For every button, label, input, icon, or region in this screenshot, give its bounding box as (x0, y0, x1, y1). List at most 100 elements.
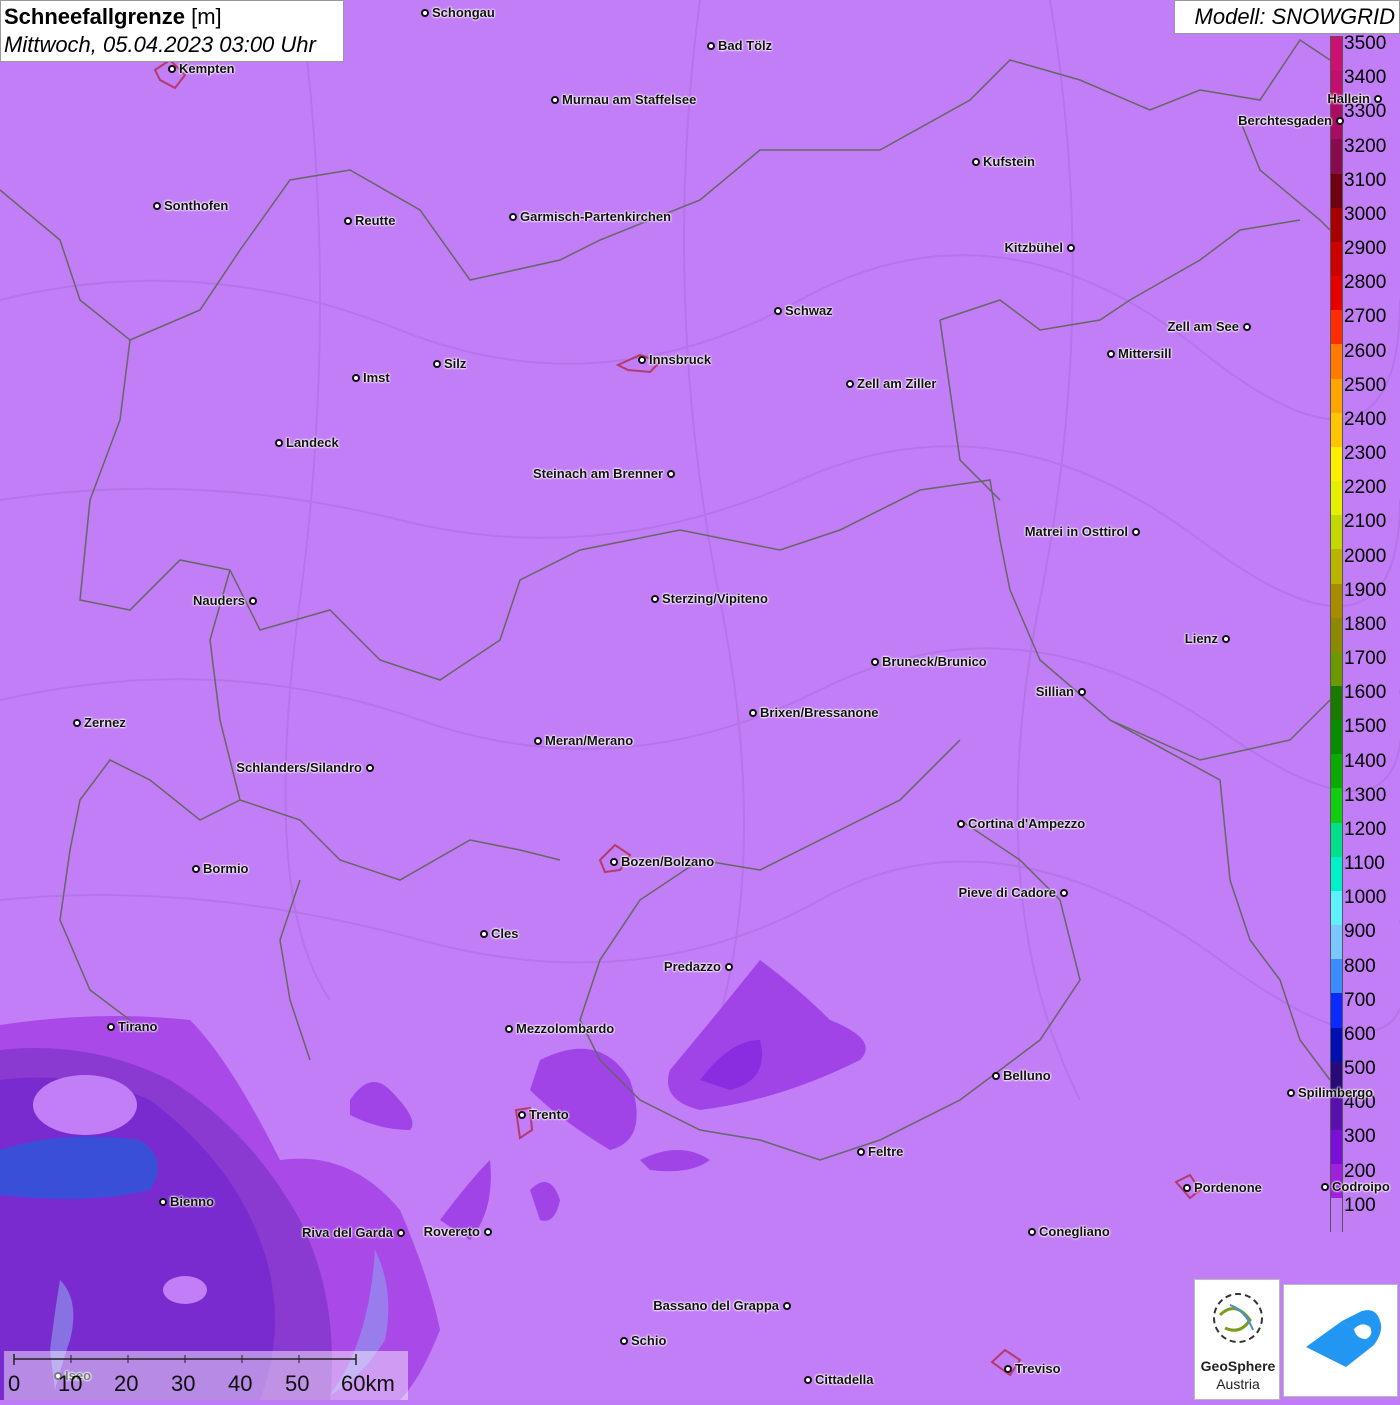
legend-swatch (1331, 412, 1342, 447)
city-marker (421, 9, 429, 17)
legend-swatch (1331, 1095, 1342, 1130)
legend-label: 2600 (1344, 340, 1387, 362)
city-marker (192, 865, 200, 873)
city-label: Kitzbühel (1004, 240, 1064, 255)
legend-swatch (1331, 1027, 1342, 1062)
city-label: Conegliano (1039, 1224, 1110, 1239)
legend-swatch (1331, 549, 1342, 584)
legend-swatch (1331, 37, 1342, 72)
legend-swatch (1331, 856, 1342, 891)
city-marker (1028, 1228, 1036, 1236)
city-label: Trento (529, 1107, 569, 1122)
city-label: Silz (444, 356, 467, 371)
legend-label: 3000 (1344, 203, 1387, 225)
city-label: Cittadella (815, 1372, 874, 1387)
legend-label: 1000 (1344, 887, 1387, 909)
legend-swatch (1331, 378, 1342, 413)
legend-swatch (1331, 481, 1342, 516)
legend-swatch (1331, 720, 1342, 755)
scale-label: 20 (114, 1371, 139, 1396)
city-marker (846, 380, 854, 388)
legend-swatch (1331, 617, 1342, 652)
city-marker (168, 65, 176, 73)
city-label: Hallein (1327, 91, 1370, 106)
city-marker (749, 709, 757, 717)
legend-label: 2800 (1344, 272, 1387, 294)
scale-label: 60km (341, 1371, 395, 1396)
city-label: Bad Tölz (718, 38, 773, 53)
geosphere-logo[interactable]: GeoSphere Austria (1194, 1279, 1280, 1400)
city-marker (651, 595, 659, 603)
city-marker (1078, 688, 1086, 696)
city-marker (249, 597, 257, 605)
city-marker (534, 737, 542, 745)
weather-app-logo[interactable] (1283, 1284, 1398, 1397)
legend-label: 2000 (1344, 545, 1387, 567)
city-marker (667, 470, 675, 478)
city-marker (505, 1025, 513, 1033)
legend-label: 1300 (1344, 784, 1387, 806)
legend-swatch (1331, 515, 1342, 550)
legend-swatch (1331, 344, 1342, 379)
model-label: Modell: SNOWGRID (1174, 0, 1400, 34)
city-marker (551, 96, 559, 104)
scale-label: 0 (8, 1371, 21, 1396)
city-label: Schongau (432, 5, 495, 20)
geosphere-name: GeoSphere (1200, 1358, 1276, 1374)
app-cloud-icon (1306, 1310, 1382, 1367)
legend-label: 3100 (1344, 169, 1387, 191)
city-label: Meran/Merano (545, 733, 634, 748)
geosphere-emblem-icon (1213, 1293, 1263, 1343)
city-label: Kempten (179, 61, 235, 76)
city-marker (344, 217, 352, 225)
city-label: Rovereto (423, 1224, 480, 1239)
map-unit: [m] (191, 4, 222, 29)
city-label: Bormio (203, 861, 249, 876)
legend-label: 1700 (1344, 648, 1387, 670)
city-marker (857, 1148, 865, 1156)
city-label: Cortina d'Ampezzo (968, 816, 1086, 831)
city-marker (1183, 1184, 1191, 1192)
city-label: Lienz (1184, 631, 1218, 646)
legend-swatch (1331, 890, 1342, 926)
legend-swatch (1331, 276, 1342, 311)
city-label: Schio (631, 1333, 667, 1348)
title-panel: Schneefallgrenze [m] Mittwoch, 05.04.202… (0, 0, 344, 62)
city-label: Imst (363, 370, 390, 385)
city-label: Berchtesgaden (1238, 113, 1332, 128)
city-marker (153, 202, 161, 210)
legend-label: 2300 (1344, 443, 1387, 465)
legend-swatch (1331, 139, 1342, 174)
city-label: Sillian (1035, 684, 1074, 699)
city-label: Zernez (84, 715, 126, 730)
city-label: Spilimbergo (1298, 1085, 1374, 1100)
city-marker (804, 1376, 812, 1384)
map-title: Schneefallgrenze (4, 4, 185, 29)
legend-label: 2100 (1344, 511, 1387, 533)
city-marker (957, 820, 965, 828)
city-marker (352, 374, 360, 382)
city-marker (620, 1337, 628, 1345)
legend-label: 1400 (1344, 750, 1387, 772)
city-label: Mittersill (1118, 346, 1172, 361)
legend-swatch (1331, 822, 1342, 857)
city-label: Reutte (355, 213, 396, 228)
city-marker (518, 1111, 526, 1119)
legend-label: 100 (1344, 1194, 1376, 1216)
city-label: Sterzing/Vipiteno (662, 591, 768, 606)
city-marker (366, 764, 374, 772)
scale-label: 40 (228, 1371, 253, 1396)
legend-label: 500 (1344, 1058, 1376, 1080)
legend-swatch (1331, 959, 1342, 994)
legend-label: 2400 (1344, 408, 1387, 430)
city-label: Murnau am Staffelsee (562, 92, 697, 107)
city-label: Cles (491, 926, 519, 941)
city-marker (972, 158, 980, 166)
scale-label: 30 (171, 1371, 196, 1396)
city-label: Schwaz (785, 303, 833, 318)
city-label: Belluno (1003, 1068, 1051, 1083)
legend-label: 700 (1344, 989, 1376, 1011)
city-label: Feltre (868, 1144, 904, 1159)
city-label: Riva del Garda (301, 1225, 393, 1240)
legend-label: 900 (1344, 921, 1376, 943)
